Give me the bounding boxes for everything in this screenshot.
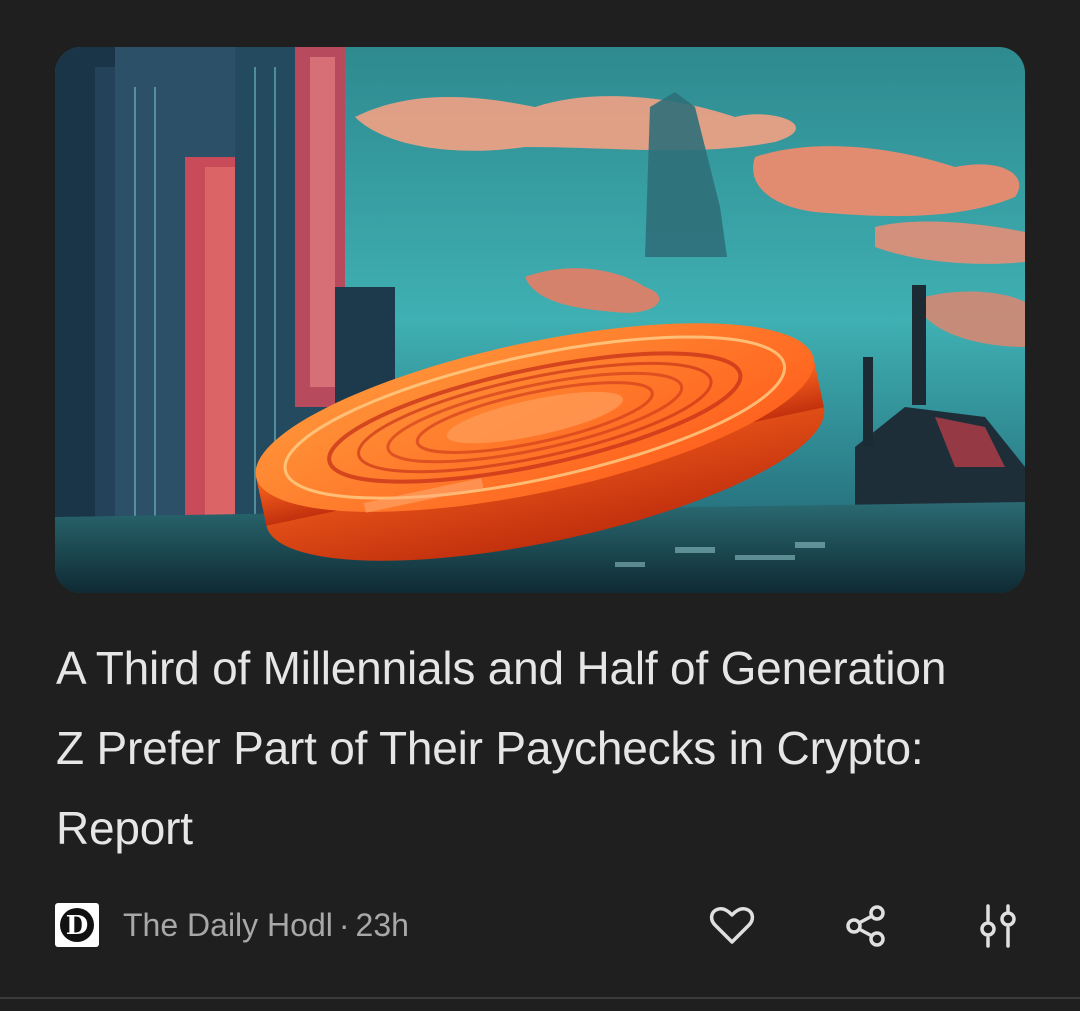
meta-separator: · <box>338 906 350 943</box>
article-image[interactable] <box>55 47 1025 593</box>
more-options-button[interactable] <box>966 898 1030 954</box>
article-age: 23h <box>355 906 409 943</box>
share-button[interactable] <box>834 898 898 954</box>
like-button[interactable] <box>700 898 764 954</box>
article-headline[interactable]: A Third of Millennials and Half of Gener… <box>56 628 956 868</box>
share-icon <box>846 905 885 947</box>
article-actions <box>700 898 1040 954</box>
svg-text:D: D <box>66 911 89 941</box>
news-card[interactable]: A Third of Millennials and Half of Gener… <box>0 0 1080 1000</box>
source-name: The Daily Hodl <box>123 906 333 943</box>
tune-icon <box>980 904 1016 948</box>
article-source: D The Daily Hodl · 23h <box>55 900 409 950</box>
the-daily-hodl-logo: D <box>55 903 99 947</box>
article-image-illustration <box>55 47 1025 593</box>
card-divider <box>0 997 1080 999</box>
heart-icon <box>709 906 755 944</box>
